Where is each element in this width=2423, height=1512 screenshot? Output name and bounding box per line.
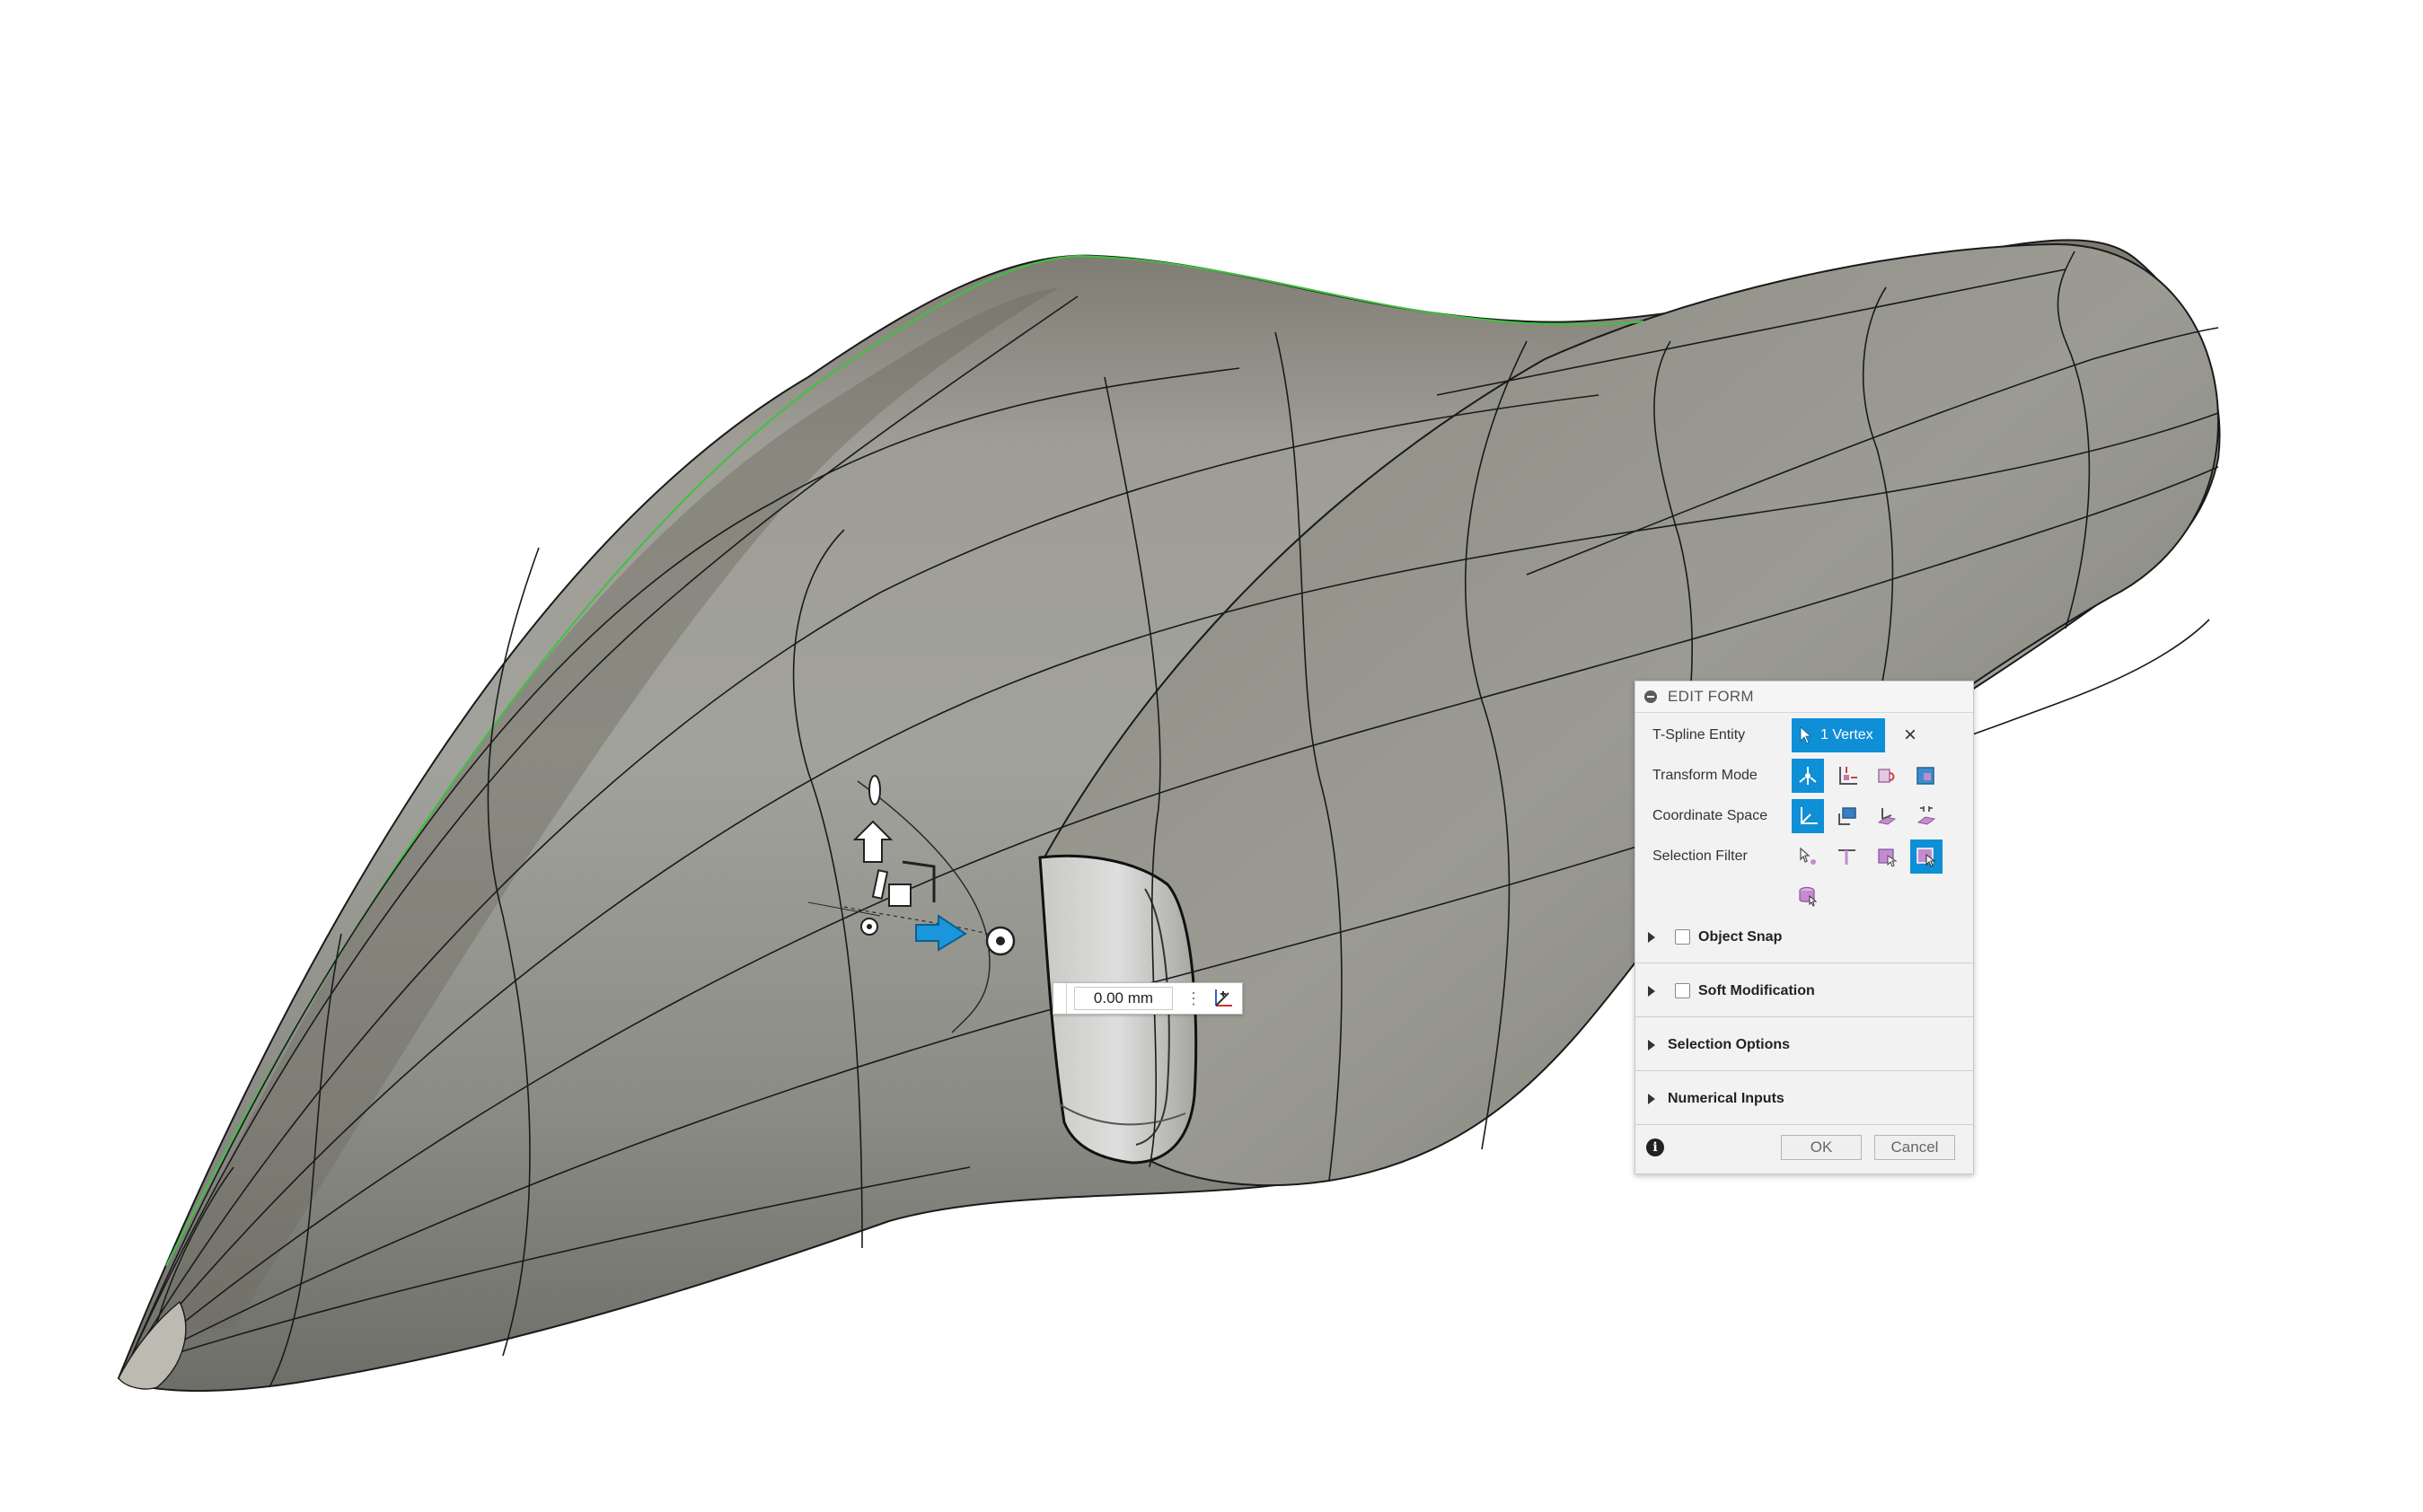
multi-transform-icon[interactable] bbox=[1792, 759, 1824, 793]
row-selection-filter-extra bbox=[1635, 875, 1973, 915]
soft-modification-label: Soft Modification bbox=[1698, 982, 1815, 998]
world-space-icon[interactable] bbox=[1792, 799, 1824, 833]
scale-box-icon[interactable] bbox=[888, 883, 912, 907]
tspline-entity-label: T-Spline Entity bbox=[1652, 727, 1746, 743]
entity-chip-label: 1 Vertex bbox=[1820, 727, 1873, 743]
row-coordinate-space: Coordinate Space bbox=[1635, 796, 1973, 836]
all-filter-icon[interactable] bbox=[1910, 840, 1943, 874]
distance-input[interactable] bbox=[1074, 987, 1173, 1010]
info-icon[interactable]: i bbox=[1646, 1138, 1664, 1156]
section-soft-modification[interactable]: Soft Modification bbox=[1635, 965, 1973, 1017]
transform-mode-label: Transform Mode bbox=[1652, 768, 1758, 783]
rotate-handle-icon[interactable] bbox=[868, 775, 881, 805]
cancel-button[interactable]: Cancel bbox=[1874, 1135, 1955, 1160]
edit-form-panel: EDIT FORM T-Spline Entity 1 Vertex × Tra… bbox=[1634, 681, 1974, 1174]
edge-filter-icon[interactable] bbox=[1831, 840, 1864, 874]
row-tspline-entity: T-Spline Entity 1 Vertex × bbox=[1635, 716, 1973, 755]
clear-selection-icon[interactable]: × bbox=[1899, 725, 1921, 746]
more-options-icon[interactable]: ⋮ bbox=[1185, 990, 1202, 1007]
entity-selection-chip[interactable]: 1 Vertex bbox=[1792, 718, 1885, 752]
row-selection-filter: Selection Filter bbox=[1635, 837, 1973, 876]
collapse-icon[interactable] bbox=[1644, 690, 1657, 703]
panel-footer: i OK Cancel bbox=[1635, 1121, 1973, 1174]
drag-grip[interactable] bbox=[1053, 983, 1067, 1014]
numerical-inputs-label: Numerical Inputs bbox=[1668, 1090, 1784, 1106]
soft-modification-checkbox[interactable] bbox=[1675, 983, 1690, 998]
cursor-icon bbox=[1800, 726, 1812, 744]
selection-options-label: Selection Options bbox=[1668, 1036, 1791, 1052]
coordinate-triad-icon[interactable] bbox=[1211, 986, 1236, 1011]
scale-mode-icon[interactable] bbox=[1910, 759, 1943, 793]
coordinate-space-label: Coordinate Space bbox=[1652, 808, 1768, 823]
section-object-snap[interactable]: Object Snap bbox=[1635, 911, 1973, 963]
section-selection-options[interactable]: Selection Options bbox=[1635, 1019, 1973, 1071]
ok-button[interactable]: OK bbox=[1781, 1135, 1862, 1160]
parametric-space-icon[interactable] bbox=[1910, 799, 1943, 833]
section-numerical-inputs[interactable]: Numerical Inputs bbox=[1635, 1073, 1973, 1125]
panel-title: EDIT FORM bbox=[1668, 688, 1754, 705]
rotate-mode-icon[interactable] bbox=[1871, 759, 1903, 793]
panel-header: EDIT FORM bbox=[1635, 681, 1973, 713]
translate-icon[interactable] bbox=[1831, 759, 1864, 793]
object-snap-checkbox[interactable] bbox=[1675, 929, 1690, 945]
expand-arrow-icon[interactable] bbox=[1648, 1039, 1655, 1050]
object-snap-label: Object Snap bbox=[1698, 928, 1783, 945]
vertex-filter-icon[interactable] bbox=[1792, 840, 1824, 874]
local-space-icon[interactable] bbox=[1871, 799, 1903, 833]
view-space-icon[interactable] bbox=[1831, 799, 1864, 833]
selection-filter-label: Selection Filter bbox=[1652, 848, 1748, 864]
expand-arrow-icon[interactable] bbox=[1648, 1093, 1655, 1104]
face-filter-icon[interactable] bbox=[1871, 840, 1903, 874]
distance-input-widget: ⋮ bbox=[1053, 982, 1243, 1015]
row-transform-mode: Transform Mode bbox=[1635, 756, 1973, 796]
3d-viewport[interactable] bbox=[0, 0, 2423, 1512]
expand-arrow-icon[interactable] bbox=[1648, 985, 1655, 997]
body-filter-icon[interactable] bbox=[1792, 878, 1824, 912]
expand-arrow-icon[interactable] bbox=[1648, 931, 1655, 943]
